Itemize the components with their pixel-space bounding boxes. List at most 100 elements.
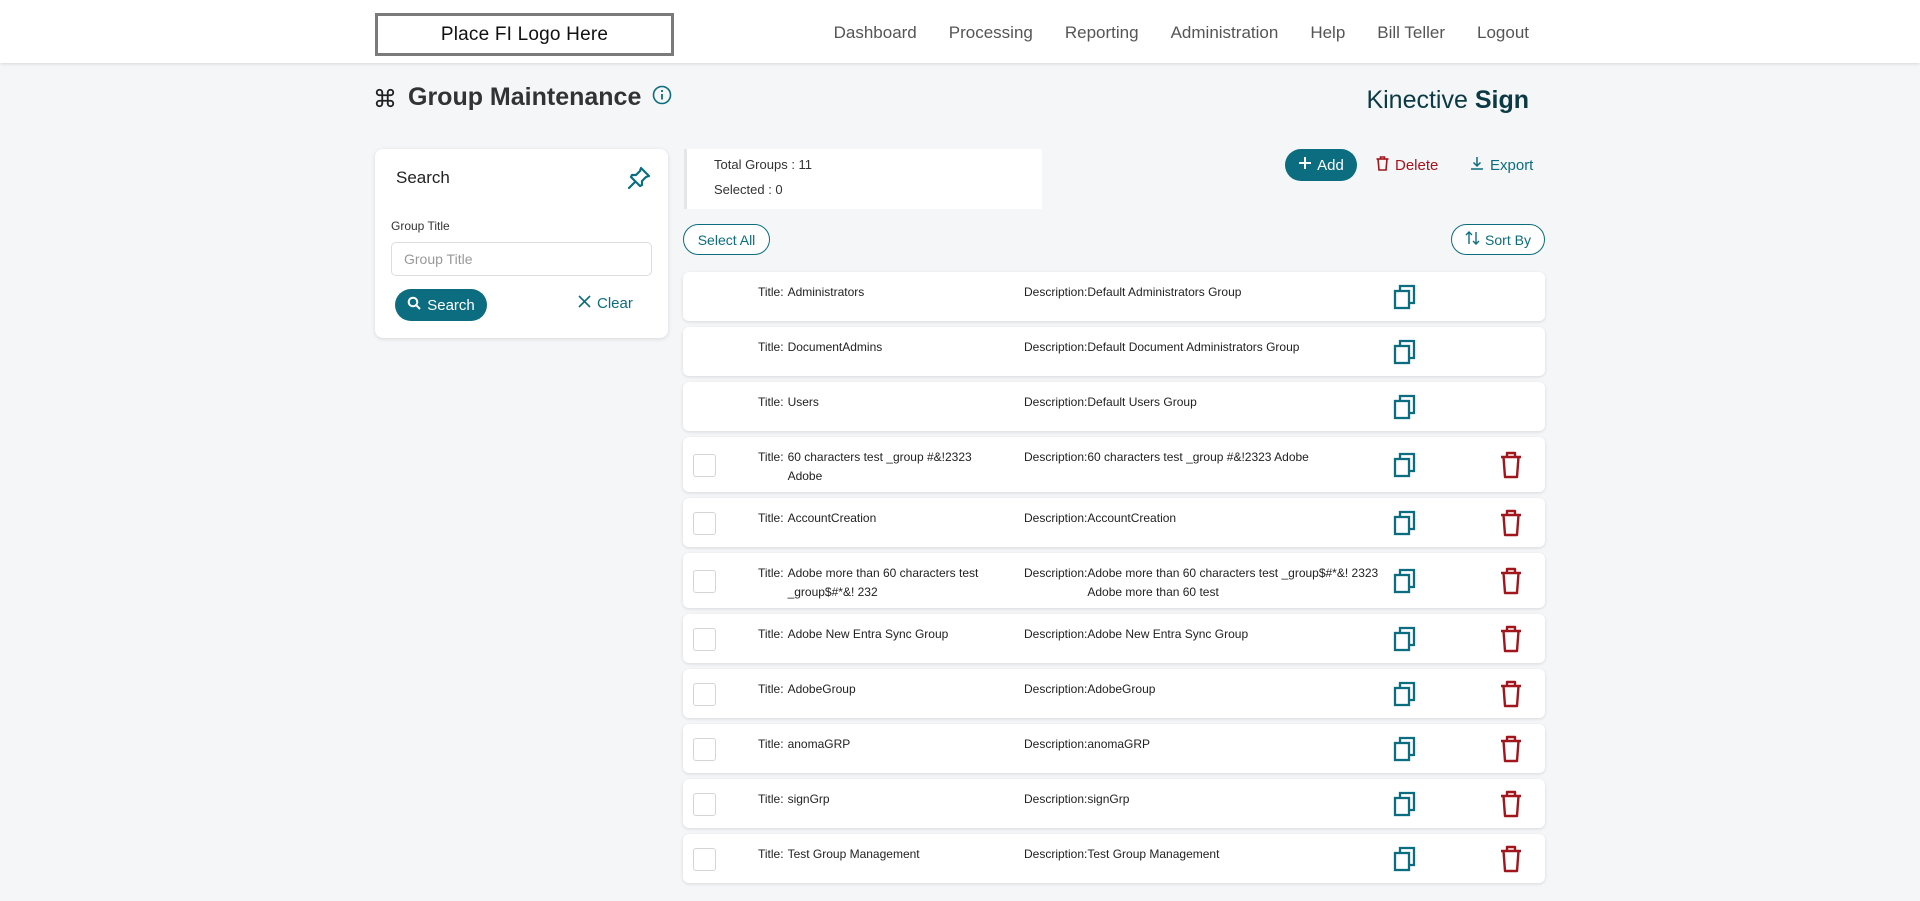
- row-title-value: Test Group Management: [787, 847, 920, 861]
- copy-icon[interactable]: [1392, 283, 1418, 311]
- copy-icon[interactable]: [1392, 790, 1418, 818]
- copy-icon[interactable]: [1392, 393, 1418, 421]
- delete-row-icon[interactable]: [1499, 790, 1523, 818]
- row-description-value: 60 characters test _group #&!2323 Adobe: [1087, 450, 1309, 464]
- row-checkbox[interactable]: [693, 683, 716, 706]
- delete-row-icon[interactable]: [1499, 625, 1523, 653]
- row-title-value: signGrp: [787, 792, 830, 806]
- row-title: Title: 60 characters test _group #&!2323 …: [758, 448, 998, 486]
- copy-icon[interactable]: [1392, 735, 1418, 763]
- nav-reporting[interactable]: Reporting: [1065, 23, 1139, 43]
- row-title: Title: AccountCreation: [758, 509, 998, 528]
- nav-administration[interactable]: Administration: [1171, 23, 1279, 43]
- brand-name: Kinective: [1366, 86, 1475, 114]
- copy-icon[interactable]: [1392, 509, 1418, 537]
- group-row[interactable]: Title: signGrp Description: signGrp: [683, 779, 1545, 828]
- row-title-label: Title:: [758, 511, 784, 525]
- search-button[interactable]: Search: [395, 289, 487, 321]
- copy-icon[interactable]: [1392, 845, 1418, 873]
- select-all-button[interactable]: Select All: [683, 224, 770, 255]
- delete-row-icon[interactable]: [1499, 451, 1523, 479]
- row-description: Description: Default Administrators Group: [1024, 283, 1379, 302]
- row-checkbox[interactable]: [693, 793, 716, 816]
- row-description-value: Test Group Management: [1087, 847, 1220, 861]
- copy-icon[interactable]: [1392, 451, 1418, 479]
- copy-icon[interactable]: [1392, 625, 1418, 653]
- row-title: Title: Test Group Management: [758, 845, 998, 864]
- delete-row-icon[interactable]: [1499, 509, 1523, 537]
- group-row[interactable]: Title: AccountCreation Description: Account…: [683, 498, 1545, 547]
- row-title-label: Title:: [758, 450, 784, 464]
- nav-logout[interactable]: Logout: [1477, 23, 1529, 43]
- group-row[interactable]: Title: anomaGRP Description: anomaGRP: [683, 724, 1545, 773]
- delete-row-icon[interactable]: [1499, 680, 1523, 708]
- delete-button[interactable]: Delete: [1376, 156, 1438, 175]
- row-title-label: Title:: [758, 847, 784, 861]
- group-row[interactable]: Title: Adobe New Entra Sync Group Descript…: [683, 614, 1545, 663]
- group-row[interactable]: Title: AdobeGroup Description: AdobeGroup: [683, 669, 1545, 718]
- row-checkbox[interactable]: [693, 570, 716, 593]
- clear-button[interactable]: Clear: [578, 295, 633, 312]
- row-checkbox[interactable]: [693, 454, 716, 477]
- row-title: Title: Administrators: [758, 283, 998, 302]
- search-button-label: Search: [427, 296, 475, 314]
- row-checkbox[interactable]: [693, 848, 716, 871]
- row-title-label: Title:: [758, 627, 784, 641]
- group-row[interactable]: Title: Users Description: Default Users Gro…: [683, 382, 1545, 431]
- row-title-label: Title:: [758, 395, 784, 409]
- row-checkbox[interactable]: [693, 628, 716, 651]
- export-button[interactable]: Export: [1470, 156, 1533, 174]
- copy-icon[interactable]: [1392, 680, 1418, 708]
- row-description-label: Description:: [1024, 737, 1088, 751]
- total-groups-count: Total Groups : 11: [714, 157, 813, 172]
- row-title: Title: signGrp: [758, 790, 998, 809]
- group-row[interactable]: Title: Test Group Management Description: T…: [683, 834, 1545, 883]
- row-description: Description: Adobe more than 60 character…: [1024, 564, 1379, 602]
- group-row[interactable]: Title: DocumentAdmins Description: Default …: [683, 327, 1545, 376]
- row-title-value: DocumentAdmins: [787, 340, 883, 354]
- nav-processing[interactable]: Processing: [949, 23, 1033, 43]
- sort-by-label: Sort By: [1485, 231, 1531, 248]
- trash-icon: [1376, 156, 1389, 175]
- pin-icon[interactable]: [626, 165, 652, 191]
- row-description: Description: signGrp: [1024, 790, 1379, 809]
- group-row[interactable]: Title: Adobe more than 60 characters test…: [683, 553, 1545, 608]
- row-checkbox[interactable]: [693, 512, 716, 535]
- add-button[interactable]: Add: [1285, 149, 1357, 181]
- page-title: Group Maintenance: [408, 83, 642, 111]
- delete-row-icon[interactable]: [1499, 845, 1523, 873]
- row-title-value: Adobe New Entra Sync Group: [787, 627, 949, 641]
- nav-help[interactable]: Help: [1310, 23, 1345, 43]
- selected-count: Selected : 0: [714, 182, 783, 197]
- copy-icon[interactable]: [1392, 567, 1418, 595]
- fi-logo-placeholder[interactable]: Place FI Logo Here: [375, 13, 674, 56]
- row-title-label: Title:: [758, 792, 784, 806]
- row-title-label: Title:: [758, 566, 784, 580]
- search-panel: Search Group Title Search Clear: [375, 149, 668, 338]
- row-description-value: Adobe New Entra Sync Group: [1087, 627, 1249, 641]
- group-row[interactable]: Title: Administrators Description: Default …: [683, 272, 1545, 321]
- row-title: Title: Users: [758, 393, 998, 412]
- row-description-label: Description:: [1024, 285, 1088, 299]
- row-title-value: 60 characters test _group #&!2323 Adobe: [787, 450, 972, 483]
- add-button-label: Add: [1317, 156, 1344, 174]
- delete-row-icon[interactable]: [1499, 567, 1523, 595]
- row-checkbox[interactable]: [693, 738, 716, 761]
- info-icon[interactable]: [652, 85, 672, 105]
- group-row[interactable]: Title: 60 characters test _group #&!2323 …: [683, 437, 1545, 492]
- row-title: Title: AdobeGroup: [758, 680, 998, 699]
- copy-icon[interactable]: [1392, 338, 1418, 366]
- group-title-label: Group Title: [391, 219, 450, 233]
- clear-button-label: Clear: [597, 295, 633, 312]
- row-description: Description: Default Document Administrat…: [1024, 338, 1379, 357]
- nav-dashboard[interactable]: Dashboard: [834, 23, 917, 43]
- delete-row-icon[interactable]: [1499, 735, 1523, 763]
- row-title-label: Title:: [758, 285, 784, 299]
- row-description-value: Adobe more than 60 characters test _grou…: [1087, 566, 1379, 599]
- nav-user-name[interactable]: Bill Teller: [1377, 23, 1445, 43]
- row-description-value: Default Administrators Group: [1087, 285, 1242, 299]
- group-title-input[interactable]: [391, 242, 652, 276]
- row-title-value: AdobeGroup: [787, 682, 856, 696]
- sort-by-button[interactable]: Sort By: [1451, 224, 1545, 255]
- row-title-value: Administrators: [787, 285, 865, 299]
